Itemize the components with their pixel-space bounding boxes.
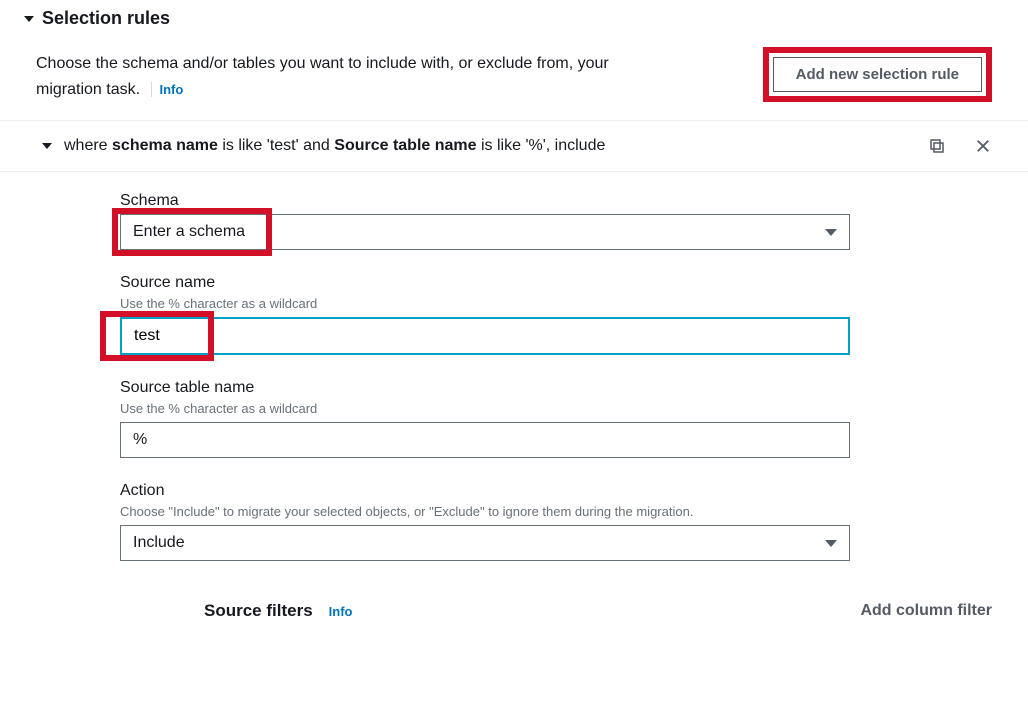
rule-header: where schema name is like 'test' and Sou…	[0, 121, 1028, 172]
rule-collapse-icon[interactable]	[42, 143, 52, 149]
description-text: Choose the schema and/or tables you want…	[36, 55, 609, 98]
source-name-field: Source name Use the % character as a wil…	[120, 274, 992, 355]
rule-mid: is like 'test' and	[218, 137, 334, 154]
rule-actions	[928, 137, 992, 155]
source-table-label: Source table name	[120, 379, 992, 397]
add-selection-rule-button[interactable]: Add new selection rule	[773, 57, 982, 92]
chevron-down-icon	[825, 229, 837, 236]
add-rule-highlight: Add new selection rule	[763, 47, 992, 102]
rule-schema: schema name	[112, 137, 218, 154]
close-icon[interactable]	[974, 137, 992, 155]
action-select[interactable]: Include	[120, 525, 850, 561]
section-description: Choose the schema and/or tables you want…	[36, 51, 676, 102]
add-column-filter-button[interactable]: Add column filter	[860, 602, 992, 620]
schema-label: Schema	[120, 192, 992, 210]
section-header: Selection rules	[0, 0, 1028, 37]
form-body: Schema Enter a schema Source name Use th…	[0, 172, 1028, 561]
source-filters-title: Source filters	[204, 601, 313, 621]
description-row: Choose the schema and/or tables you want…	[0, 37, 1028, 121]
schema-select[interactable]: Enter a schema	[120, 214, 850, 250]
info-link[interactable]: Info	[151, 82, 184, 97]
rule-header-left: where schema name is like 'test' and Sou…	[42, 137, 605, 155]
collapse-icon[interactable]	[24, 16, 34, 22]
source-name-label: Source name	[120, 274, 992, 292]
source-table-hint: Use the % character as a wildcard	[120, 401, 992, 416]
section-title: Selection rules	[42, 8, 170, 29]
filters-info-link[interactable]: Info	[329, 604, 353, 619]
schema-field: Schema Enter a schema	[120, 192, 992, 250]
source-filters-row: Source filters Info Add column filter	[0, 585, 1028, 637]
action-value: Include	[133, 534, 185, 552]
action-hint: Choose "Include" to migrate your selecte…	[120, 504, 992, 519]
source-name-wrap	[120, 317, 992, 355]
source-table-field: Source table name Use the % character as…	[120, 379, 992, 458]
action-field: Action Choose "Include" to migrate your …	[120, 482, 992, 561]
source-table-input[interactable]: %	[120, 422, 850, 458]
rule-suffix: is like '%', include	[477, 137, 606, 154]
rule-summary: where schema name is like 'test' and Sou…	[64, 137, 605, 155]
schema-select-wrap: Enter a schema	[120, 214, 992, 250]
source-filters-left: Source filters Info	[204, 601, 352, 621]
action-label: Action	[120, 482, 992, 500]
source-name-input[interactable]	[120, 317, 850, 355]
source-name-hint: Use the % character as a wildcard	[120, 296, 992, 311]
rule-table: Source table name	[334, 137, 476, 154]
copy-icon[interactable]	[928, 137, 946, 155]
chevron-down-icon	[825, 540, 837, 547]
source-table-value: %	[133, 431, 147, 449]
schema-placeholder: Enter a schema	[133, 223, 245, 241]
rule-prefix: where	[64, 137, 112, 154]
